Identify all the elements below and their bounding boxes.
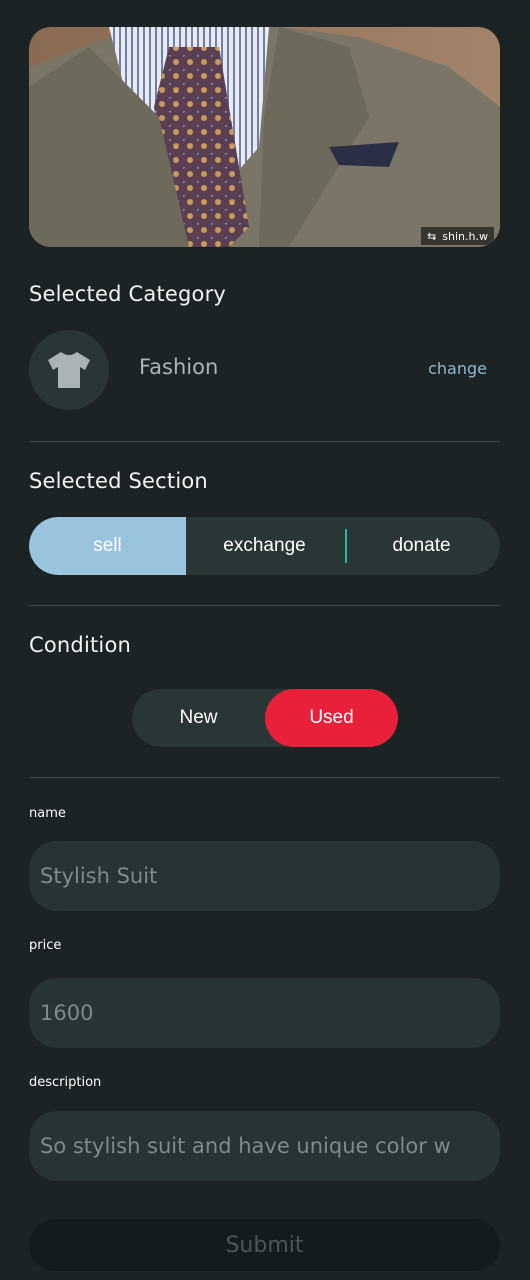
section-exchange-button[interactable]: exchange <box>186 517 343 575</box>
tshirt-icon <box>48 352 90 388</box>
divider <box>29 777 500 778</box>
condition-used-button[interactable]: Used <box>265 689 398 747</box>
divider <box>29 605 500 606</box>
suit-illustration <box>29 27 500 247</box>
section-selector: sell exchange donate <box>29 517 500 575</box>
description-label: description <box>29 1075 102 1090</box>
name-input[interactable] <box>29 841 500 911</box>
repost-icon: ⇆ <box>427 229 437 243</box>
section-title: Selected Section <box>29 469 208 493</box>
condition-new-button[interactable]: New <box>132 689 265 747</box>
watermark-text: shin.h.w <box>442 229 488 243</box>
condition-toggle: New Used <box>132 689 398 747</box>
price-input[interactable] <box>29 978 500 1048</box>
section-donate-button[interactable]: donate <box>343 517 500 575</box>
name-label: name <box>29 806 66 821</box>
divider <box>29 441 500 442</box>
product-photo: ⇆ shin.h.w <box>29 27 500 247</box>
section-sell-button[interactable]: sell <box>29 517 186 575</box>
price-label: price <box>29 938 62 953</box>
condition-title: Condition <box>29 633 132 657</box>
segment-separator <box>345 529 347 563</box>
category-section-title: Selected Category <box>29 282 227 306</box>
category-icon-circle <box>29 330 109 410</box>
category-name: Fashion <box>139 355 219 379</box>
description-input[interactable] <box>29 1111 500 1181</box>
change-category-link[interactable]: change <box>428 359 487 378</box>
photo-watermark: ⇆ shin.h.w <box>421 227 494 245</box>
submit-button[interactable]: Submit <box>29 1219 500 1271</box>
